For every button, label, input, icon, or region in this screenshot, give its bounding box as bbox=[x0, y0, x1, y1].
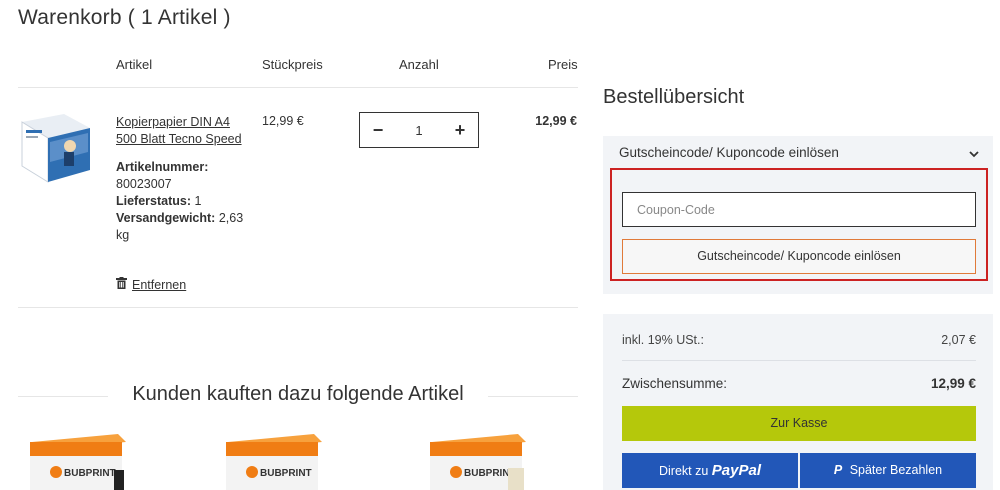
column-header-artikel: Artikel bbox=[116, 57, 153, 72]
remove-item-button[interactable]: Entfernen bbox=[116, 277, 186, 292]
paypal-icon: P bbox=[833, 463, 843, 477]
checkout-button[interactable]: Zur Kasse bbox=[622, 406, 976, 441]
paypal-express-button[interactable]: Direkt zu PayPal bbox=[622, 453, 798, 488]
paypal-prefix: Direkt zu bbox=[658, 464, 709, 478]
quantity-value[interactable]: 1 bbox=[415, 123, 422, 138]
header-divider bbox=[18, 87, 578, 88]
paypal-logo: PayPal bbox=[711, 462, 762, 479]
quantity-stepper: − 1 + bbox=[359, 112, 479, 148]
trash-icon bbox=[116, 277, 127, 292]
decrease-quantity-button[interactable]: − bbox=[370, 120, 386, 141]
subtotal-label: Zwischensumme: bbox=[622, 376, 728, 391]
lieferstatus-value: 1 bbox=[194, 194, 202, 208]
product-image[interactable] bbox=[18, 112, 92, 184]
tax-label: inkl. 19% USt.: bbox=[622, 333, 704, 347]
recommendation-3-brand: BUBPRINT bbox=[464, 468, 516, 479]
recommendation-1-brand: BUBPRINT bbox=[64, 468, 116, 479]
artikelnummer-value: 80023007 bbox=[116, 177, 172, 191]
tax-value: 2,07 € bbox=[941, 333, 976, 347]
column-header-preis: Preis bbox=[548, 57, 578, 72]
column-header-anzahl: Anzahl bbox=[399, 57, 439, 72]
remove-label: Entfernen bbox=[132, 277, 187, 292]
unit-price: 12,99 € bbox=[262, 114, 304, 128]
page-title: Warenkorb ( 1 Artikel ) bbox=[18, 6, 231, 29]
item-divider bbox=[18, 307, 578, 308]
totals-divider bbox=[622, 360, 976, 361]
order-summary-title: Bestellübersicht bbox=[603, 86, 745, 108]
line-total-price: 12,99 € bbox=[535, 114, 577, 128]
product-meta: Artikelnummer: 80023007 Lieferstatus: 1 … bbox=[116, 159, 251, 244]
recommendation-2-brand: BUBPRINT bbox=[260, 468, 312, 479]
redeem-coupon-button[interactable]: Gutscheincode/ Kuponcode einlösen bbox=[622, 239, 976, 274]
column-header-stueckpreis: Stückpreis bbox=[262, 57, 323, 72]
recommendation-product-3[interactable]: BUBPRINT bbox=[428, 432, 528, 490]
increase-quantity-button[interactable]: + bbox=[452, 120, 468, 141]
recommendations-title: Kunden kauften dazu folgende Artikel bbox=[132, 383, 464, 405]
coupon-accordion-heading[interactable]: Gutscheincode/ Kuponcode einlösen bbox=[619, 145, 839, 160]
paypal-pay-later-button[interactable]: P Später Bezahlen bbox=[800, 453, 976, 488]
recommendation-product-2[interactable]: BUBPRINT bbox=[224, 432, 324, 490]
subtotal-value: 12,99 € bbox=[930, 376, 976, 391]
artikelnummer-label: Artikelnummer: bbox=[116, 160, 209, 174]
coupon-code-input[interactable] bbox=[622, 192, 976, 227]
product-name-link[interactable]: Kopierpapier DIN A4 500 Blatt Tecno Spee… bbox=[116, 114, 251, 148]
lieferstatus-label: Lieferstatus: bbox=[116, 194, 192, 208]
chevron-down-icon[interactable] bbox=[968, 147, 980, 159]
versandgewicht-label: Versandgewicht: bbox=[116, 211, 216, 225]
pay-later-label: Später Bezahlen bbox=[849, 463, 943, 477]
recommendation-product-1[interactable]: BUBPRINT bbox=[28, 432, 128, 490]
